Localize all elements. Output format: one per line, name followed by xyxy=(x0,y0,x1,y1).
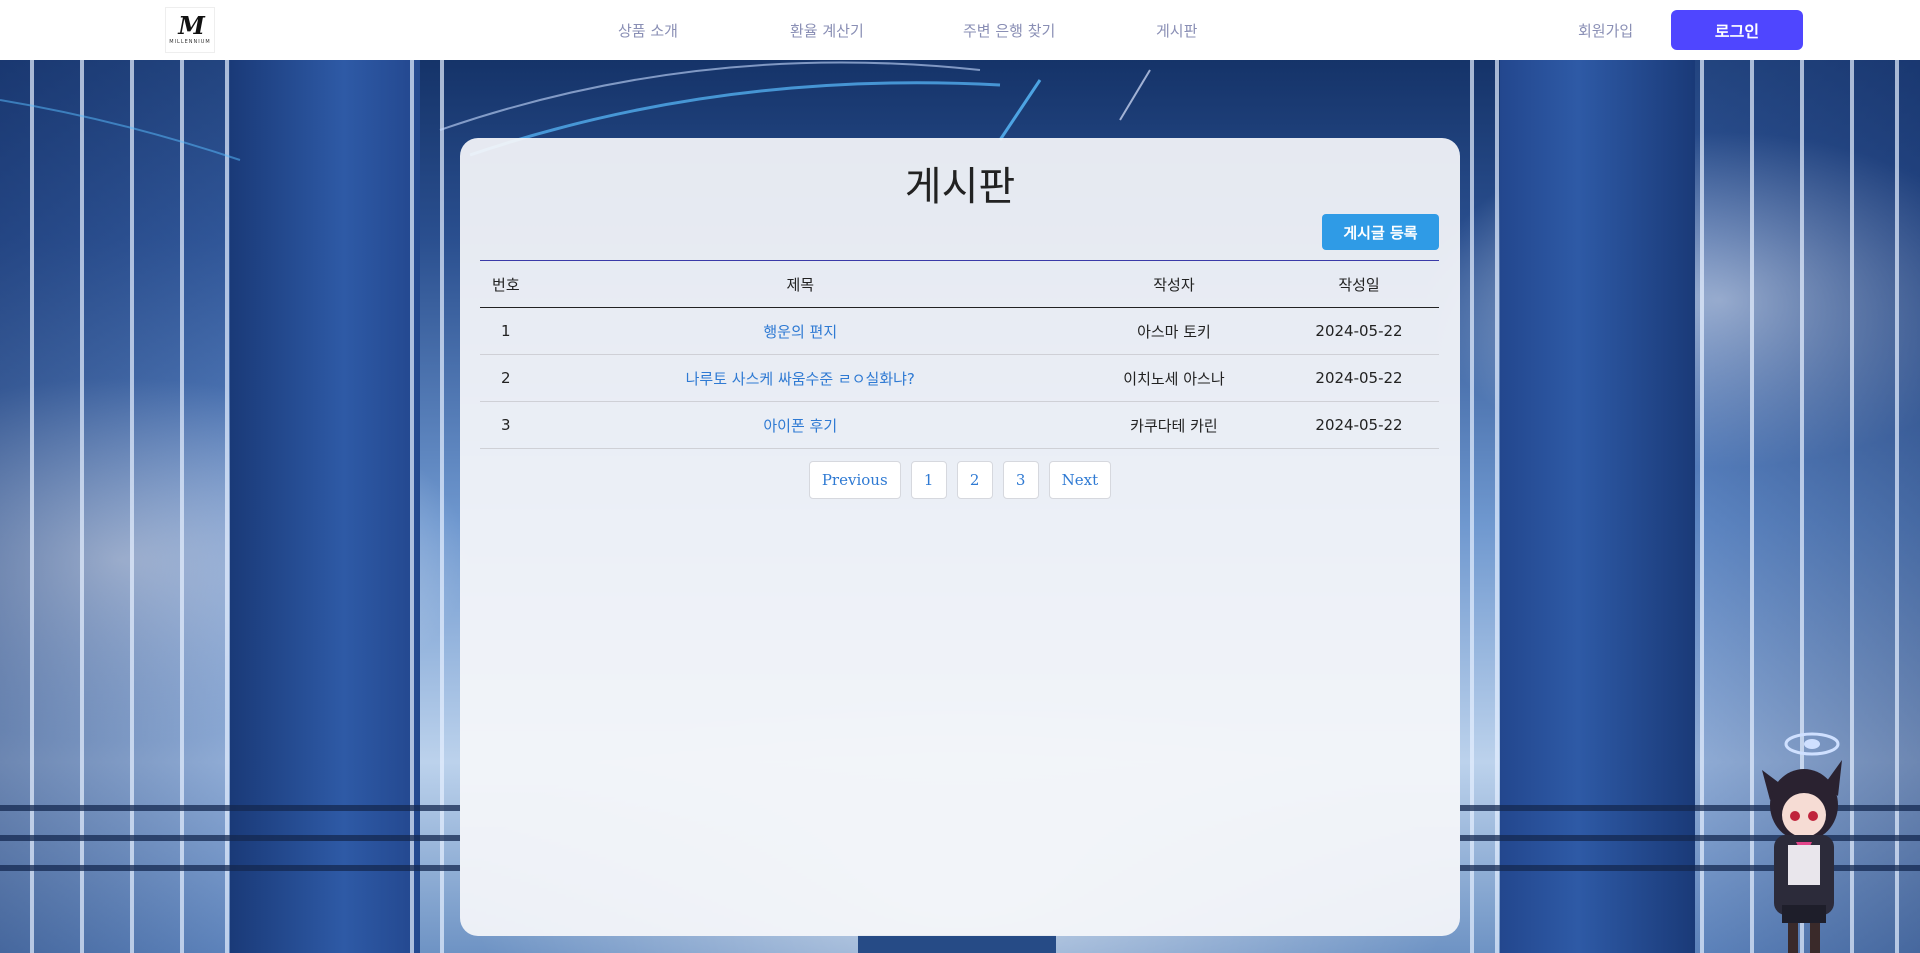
nav-label: 게시판 xyxy=(1156,21,1198,40)
column-header-date: 작성일 xyxy=(1338,275,1380,294)
post-author: 카쿠다테 카린 xyxy=(1068,401,1280,449)
page-3-button[interactable]: 3 xyxy=(1002,461,1039,499)
post-date: 2024-05-22 xyxy=(1279,401,1439,449)
logo-subtext: MILLENNIUM xyxy=(169,39,211,45)
login-button[interactable]: 로그인 xyxy=(1671,10,1803,50)
nav-label: 환율 계산기 xyxy=(790,21,864,40)
nav-product-intro[interactable]: 상품 소개 xyxy=(618,0,678,60)
post-title-link[interactable]: 나루토 사스케 싸움수준 ㄹㅇ실화냐? xyxy=(686,370,915,388)
page-title: 게시판 xyxy=(904,164,1016,210)
top-navbar: M MILLENNIUM 상품 소개 환율 계산기 주변 은행 찾기 게시판 회… xyxy=(0,0,1920,60)
column-header-title: 제목 xyxy=(786,275,815,294)
table-header-row: 번호 제목 작성자 작성일 xyxy=(480,260,1439,308)
post-number: 2 xyxy=(480,354,532,402)
table-row: 1 행운의 편지 아스마 토키 2024-05-22 xyxy=(480,307,1439,355)
nav-nearby-bank[interactable]: 주변 은행 찾기 xyxy=(963,0,1055,60)
post-table: 번호 제목 작성자 작성일 1 행운의 편지 아스마 토키 2024-05-22… xyxy=(480,260,1439,449)
mascot-character xyxy=(1762,732,1842,953)
table-row: 2 나루토 사스케 싸움수준 ㄹㅇ실화냐? 이치노세 아스나 2024-05-2… xyxy=(480,354,1439,402)
nav-label: 주변 은행 찾기 xyxy=(963,21,1056,40)
page-previous-button[interactable]: Previous xyxy=(808,461,901,499)
post-number: 1 xyxy=(480,307,532,355)
post-date: 2024-05-22 xyxy=(1279,354,1439,402)
nav-board[interactable]: 게시판 xyxy=(1156,0,1197,60)
nav-label: 상품 소개 xyxy=(618,21,678,40)
column-header-author: 작성자 xyxy=(1153,275,1195,294)
pagination: Previous 1 2 3 Next xyxy=(460,461,1460,499)
board-panel: 게시판 게시글 등록 번호 제목 작성자 작성일 1 행운의 편지 아스마 토키… xyxy=(460,138,1460,936)
write-post-button[interactable]: 게시글 등록 xyxy=(1322,214,1439,250)
page-next-button[interactable]: Next xyxy=(1048,461,1112,499)
post-title-link[interactable]: 행운의 편지 xyxy=(763,323,837,341)
nav-exchange-calculator[interactable]: 환율 계산기 xyxy=(790,0,864,60)
signup-link[interactable]: 회원가입 xyxy=(1578,0,1633,60)
column-header-number: 번호 xyxy=(492,275,520,294)
page-1-button[interactable]: 1 xyxy=(910,461,947,499)
post-title-link[interactable]: 아이폰 후기 xyxy=(763,417,837,435)
table-row: 3 아이폰 후기 카쿠다테 카린 2024-05-22 xyxy=(480,401,1439,449)
brand-logo[interactable]: M MILLENNIUM xyxy=(165,7,215,53)
logo-mark: M xyxy=(178,11,205,40)
page-2-button[interactable]: 2 xyxy=(956,461,993,499)
post-number: 3 xyxy=(480,401,532,449)
post-author: 아스마 토키 xyxy=(1068,307,1280,355)
post-date: 2024-05-22 xyxy=(1279,307,1439,355)
post-author: 이치노세 아스나 xyxy=(1068,354,1280,402)
